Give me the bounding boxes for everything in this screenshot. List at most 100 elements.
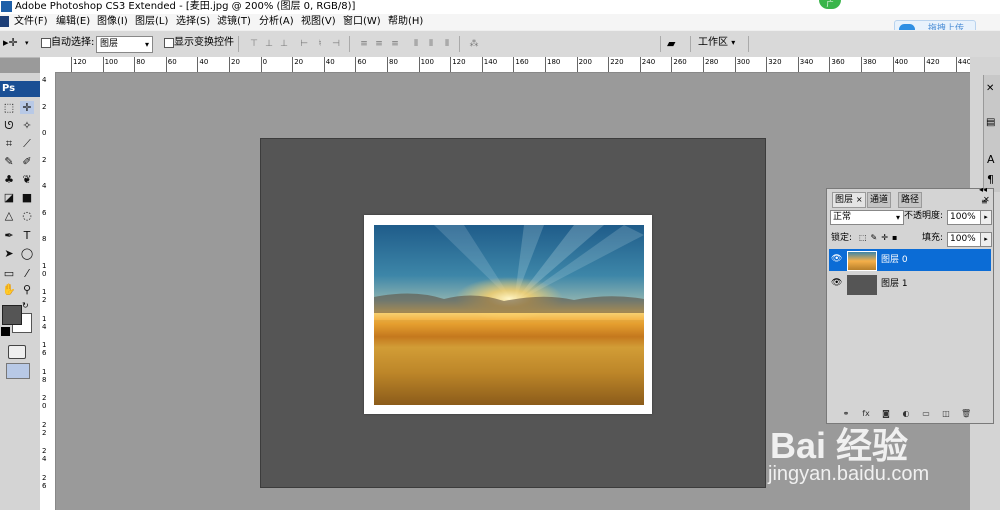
crop-tool-icon[interactable]: ⌗: [2, 137, 16, 150]
character-panel-icon[interactable]: A: [987, 153, 995, 166]
show-transform-checkbox[interactable]: [164, 38, 174, 48]
menu-file[interactable]: 文件(F): [14, 14, 48, 30]
history-brush-tool-icon[interactable]: ❦: [20, 173, 34, 186]
fill-slider-arrow-icon[interactable]: ▸: [980, 232, 992, 247]
align-top-icon[interactable]: ⊤: [248, 39, 260, 49]
separator: [660, 36, 661, 52]
align-left-icon[interactable]: ⊢: [298, 39, 310, 49]
distribute-hcenter-icon[interactable]: ⫴: [425, 39, 437, 49]
workspace-button[interactable]: 工作区 ▾: [698, 36, 735, 50]
blend-mode-dropdown[interactable]: 正常 ▾: [830, 210, 904, 225]
path-selection-tool-icon[interactable]: ➤: [2, 247, 16, 260]
fill-input[interactable]: 100%: [947, 232, 981, 247]
chevron-down-icon[interactable]: ▾: [25, 39, 29, 47]
hand-tool-icon[interactable]: ✋: [2, 283, 16, 296]
brush-tool-icon[interactable]: ✐: [20, 155, 34, 168]
lock-icons[interactable]: ⬚✎✛▪: [859, 233, 901, 242]
align-right-icon[interactable]: ⊣: [330, 39, 342, 49]
separator: [238, 36, 239, 52]
lasso-tool-icon[interactable]: ᘎ: [2, 119, 16, 132]
ruler-tick-label: 340: [799, 58, 814, 66]
eyedropper-tool-icon[interactable]: ⁄: [20, 267, 34, 280]
marquee-tool-icon[interactable]: ⬚: [2, 101, 16, 114]
ruler-tick-label: 26: [42, 473, 47, 490]
ruler-tick-label: 14: [42, 314, 47, 331]
opacity-input[interactable]: 100%: [947, 210, 981, 225]
auto-select-checkbox[interactable]: [41, 38, 51, 48]
menu-help[interactable]: 帮助(H): [388, 14, 423, 30]
align-vcenter-icon[interactable]: ⊥: [263, 39, 275, 49]
opacity-slider-arrow-icon[interactable]: ▸: [980, 210, 992, 225]
ruler-tick-label: 260: [673, 58, 687, 66]
ruler-tick-label: 420: [926, 58, 940, 66]
distribute-right-icon[interactable]: ⫴: [441, 39, 453, 49]
bridge-icon[interactable]: ▰: [667, 37, 683, 51]
menu-filter[interactable]: 滤镜(T): [217, 14, 251, 30]
paragraph-panel-icon[interactable]: ¶: [987, 173, 994, 186]
pen-tool-icon[interactable]: ✒: [2, 229, 16, 242]
ruler-tick-mark: [576, 57, 578, 72]
menu-window[interactable]: 窗口(W): [343, 14, 381, 30]
layer-name: 图层 1: [881, 279, 908, 289]
move-tool-preset-icon[interactable]: ▸✛: [3, 36, 23, 50]
screen-mode-icon[interactable]: [6, 363, 30, 379]
ruler-tick-mark: [387, 57, 388, 72]
ruler-tick-label: 220: [610, 58, 624, 66]
eraser-tool-icon[interactable]: ◪: [2, 191, 16, 204]
type-tool-icon[interactable]: T: [20, 229, 34, 242]
menu-edit[interactable]: 编辑(E): [56, 14, 90, 30]
layer-row-0[interactable]: 👁 图层 0: [829, 249, 991, 271]
clone-stamp-tool-icon[interactable]: ♣: [2, 173, 16, 186]
distribute-vcenter-icon[interactable]: ≡: [373, 39, 385, 49]
swap-colors-icon[interactable]: ↻: [22, 301, 29, 310]
shape-tool-icon[interactable]: ◯: [20, 247, 34, 260]
default-colors-icon[interactable]: [1, 327, 10, 336]
ruler-tick-mark: [323, 57, 325, 72]
ruler-tick-label: 200: [578, 58, 592, 66]
ruler-tick-label: 20: [231, 58, 240, 66]
navigator-icon[interactable]: ✕: [986, 83, 994, 94]
menu-select[interactable]: 选择(S): [176, 14, 210, 30]
dodge-tool-icon[interactable]: ◌: [20, 209, 34, 222]
visibility-eye-icon[interactable]: 👁: [831, 278, 842, 288]
ruler-tick-label: 360: [831, 58, 845, 66]
auto-select-dropdown[interactable]: 图层 ▾: [96, 36, 153, 53]
panel-minimize-icon[interactable]: ◂◂: [979, 185, 987, 194]
layer-row-1[interactable]: 👁 图层 1: [829, 273, 991, 295]
panel-menu-icon[interactable]: ≡: [981, 197, 988, 206]
zoom-tool-icon[interactable]: ⚲: [20, 283, 34, 296]
distribute-bottom-icon[interactable]: ≡: [389, 39, 401, 49]
foreground-color-swatch[interactable]: [2, 305, 22, 325]
slice-tool-icon[interactable]: ⟋: [20, 137, 34, 150]
tab-channels[interactable]: 通道: [867, 192, 892, 208]
align-bottom-icon[interactable]: ⊥: [278, 39, 290, 49]
menu-view[interactable]: 视图(V): [301, 14, 336, 30]
toolbox-header: Ps: [0, 81, 40, 97]
close-icon[interactable]: ×: [856, 195, 863, 204]
ruler-tick-mark: [829, 57, 831, 72]
menu-layer[interactable]: 图层(L): [135, 14, 168, 30]
menu-image[interactable]: 图像(I): [97, 14, 128, 30]
sunrise-rays-image: [374, 225, 644, 405]
ps-document-icon[interactable]: [0, 16, 9, 27]
info-panel-icon[interactable]: ▤: [986, 117, 995, 128]
quick-mask-icon[interactable]: [8, 345, 26, 359]
tab-layers[interactable]: 图层 ×: [832, 192, 866, 208]
distribute-top-icon[interactable]: ≡: [358, 39, 370, 49]
auto-align-icon[interactable]: ⁂: [468, 39, 480, 49]
magic-wand-tool-icon[interactable]: ✧: [20, 119, 34, 132]
move-tool-icon[interactable]: ✛: [20, 101, 34, 114]
notes-tool-icon[interactable]: ▭: [2, 267, 16, 280]
menu-analysis[interactable]: 分析(A): [259, 14, 294, 30]
horizontal-ruler: 120 100 80 60 40 20 0 20 40 60 80 100 120 140 160 180 20…: [40, 57, 970, 73]
layer-thumbnail: [847, 275, 877, 295]
ruler-tick-mark: [165, 57, 167, 72]
align-hcenter-icon[interactable]: ♮: [314, 39, 326, 49]
blur-tool-icon[interactable]: △: [2, 209, 16, 222]
ruler-tick-label: 20: [294, 58, 304, 66]
visibility-eye-icon[interactable]: 👁: [831, 254, 842, 264]
healing-brush-tool-icon[interactable]: ✎: [2, 155, 16, 168]
tab-paths[interactable]: 路径: [898, 192, 923, 208]
distribute-left-icon[interactable]: ⫴: [410, 39, 422, 49]
gradient-tool-icon[interactable]: ■: [20, 191, 34, 204]
